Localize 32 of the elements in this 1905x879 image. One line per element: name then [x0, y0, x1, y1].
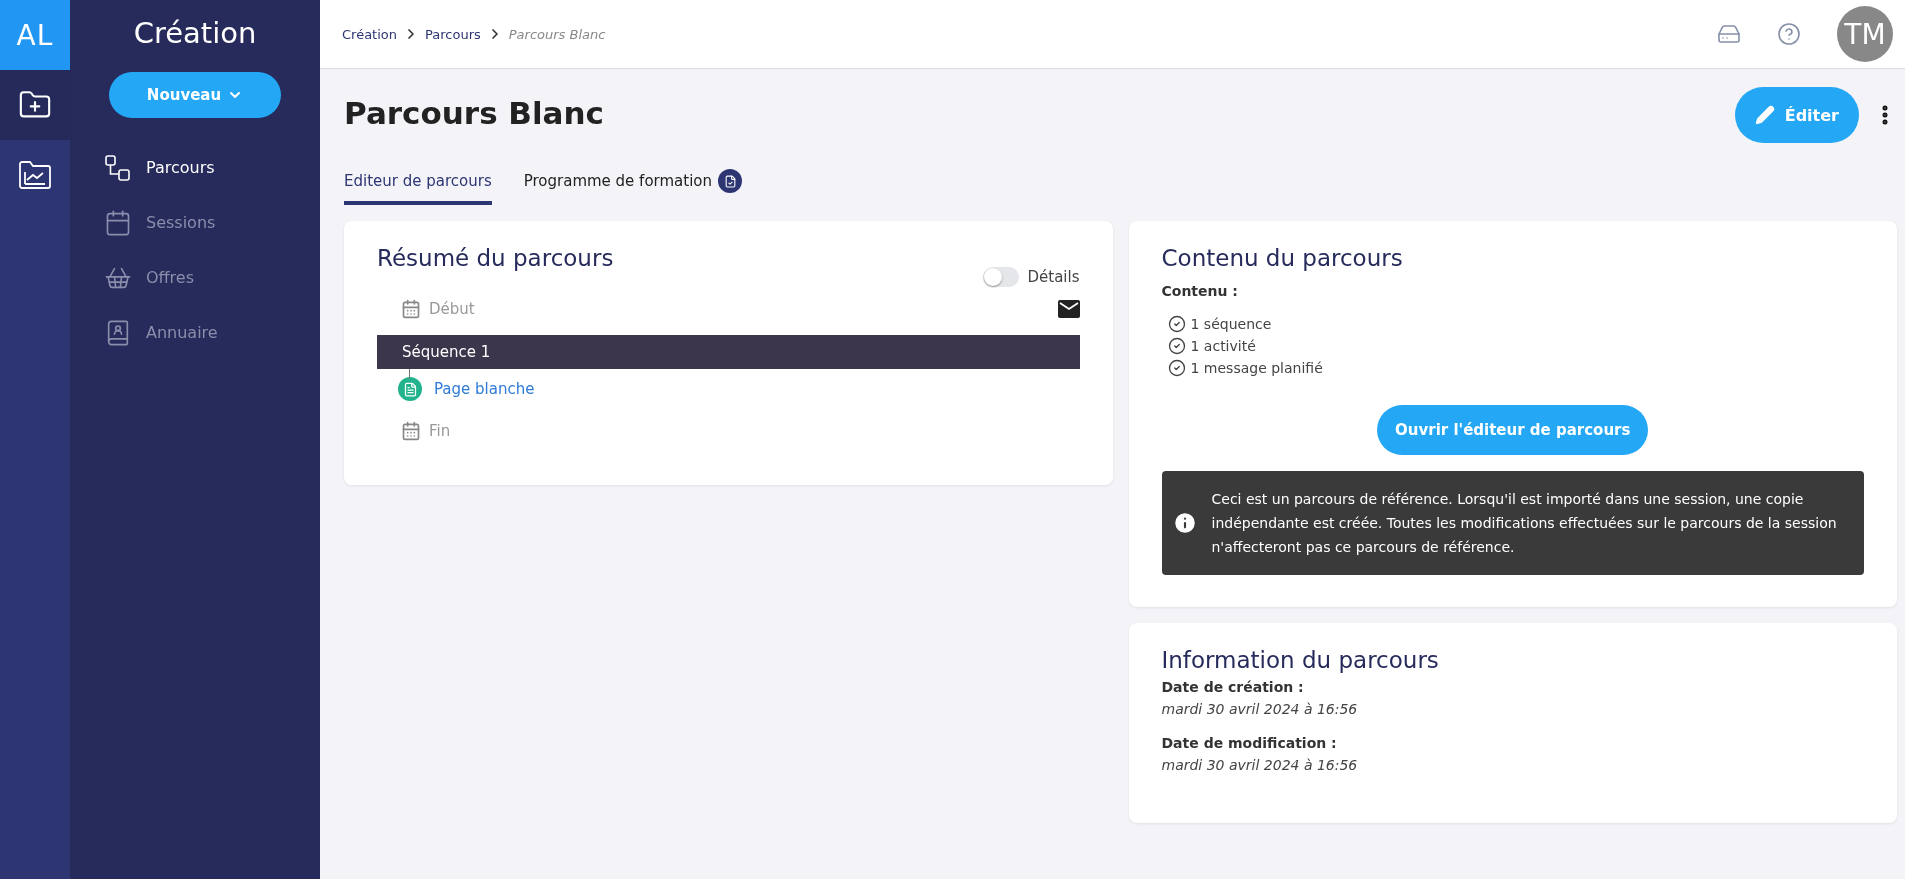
user-avatar[interactable]: TM: [1837, 6, 1893, 62]
sidebar-item[interactable]: Sessions: [104, 195, 320, 250]
field-value: mardi 30 avril 2024 à 16:56: [1161, 757, 1359, 773]
content-item: 1 activité: [1190, 338, 1256, 354]
card-title: Contenu du parcours: [1161, 245, 1404, 271]
step-label: Fin: [429, 422, 451, 440]
new-button[interactable]: Nouveau: [109, 72, 281, 118]
page-title: Parcours Blanc: [344, 95, 604, 131]
card-title: Résumé du parcours: [377, 245, 615, 271]
app-logo[interactable]: AL: [0, 0, 70, 70]
toggle-label: Détails: [1027, 268, 1080, 286]
sidebar-title: Création: [133, 16, 257, 50]
step-label: Début: [429, 300, 475, 318]
sidebar-item[interactable]: Parcours: [104, 140, 320, 195]
field-label: Date de modification :: [1161, 735, 1338, 751]
content-item: 1 séquence: [1190, 316, 1272, 332]
sidebar-item[interactable]: Annuaire: [104, 305, 320, 360]
notice-text: Ceci est un parcours de référence. Lorsqu'il est importé dans une session, une copie indépendante est créée. Toutes les modifications effectuées sur le parcours de la session n'affecteront pas ce parcours de référence.: [1211, 490, 1838, 557]
activity-link[interactable]: Page blanche: [434, 380, 535, 398]
breadcrumb-link[interactable]: Création: [342, 26, 397, 42]
edit-button[interactable]: Éditer: [1734, 87, 1859, 143]
field-label: Date de création :: [1161, 679, 1305, 695]
tab[interactable]: Programme de formation: [523, 161, 743, 205]
tab[interactable]: Editeur de parcours: [344, 161, 492, 205]
card-title: Information du parcours: [1161, 647, 1440, 673]
field-value: mardi 30 avril 2024 à 16:56: [1161, 701, 1359, 717]
sidebar-item[interactable]: Offres: [104, 250, 320, 305]
open-editor-button[interactable]: Ouvrir l'éditeur de parcours: [1377, 405, 1649, 455]
breadcrumb-link[interactable]: Parcours: [425, 26, 481, 42]
content-label: Contenu :: [1161, 283, 1239, 299]
sequence-bar[interactable]: Séquence 1: [377, 335, 1080, 369]
content-item: 1 message planifié: [1190, 360, 1323, 376]
